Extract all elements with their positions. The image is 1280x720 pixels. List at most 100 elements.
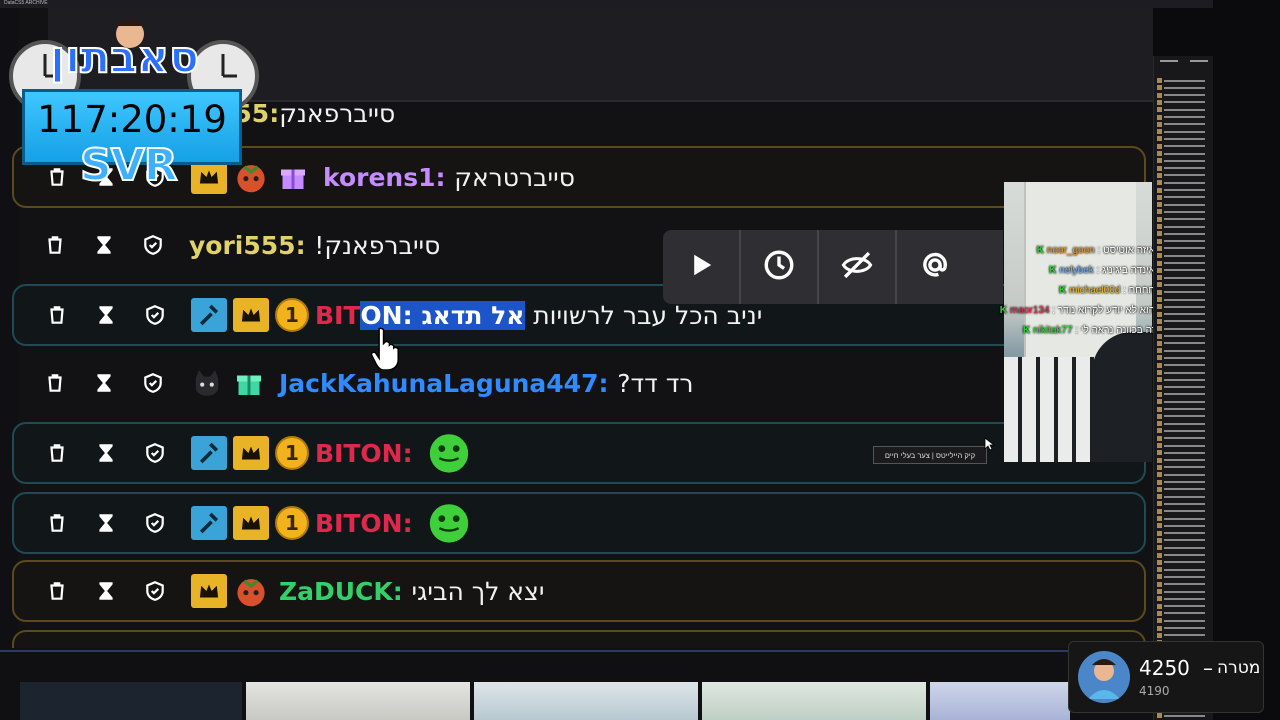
mini-text	[1164, 619, 1205, 622]
chat-message: BITON:	[315, 438, 413, 468]
mini-text	[1164, 196, 1205, 199]
hammer-icon	[191, 298, 227, 332]
chat-username[interactable]: ZaDUCK	[279, 577, 393, 606]
mini-text	[1164, 349, 1205, 352]
chat-username[interactable]: korens1	[323, 163, 436, 192]
mini-avatar	[1157, 172, 1162, 178]
right-panel-row	[1157, 129, 1205, 135]
trash-icon[interactable]	[44, 578, 70, 604]
shield-icon[interactable]	[142, 578, 168, 604]
chat-username[interactable]: BITON	[315, 439, 403, 468]
overlay-chat-text: זה בכוונה נראה לי	[1080, 324, 1155, 336]
mini-avatar	[1157, 129, 1162, 135]
hide-button[interactable]	[819, 230, 897, 304]
mini-avatar	[1157, 85, 1162, 91]
mini-text	[1164, 108, 1205, 111]
mini-avatar	[1157, 224, 1162, 229]
hourglass-icon[interactable]	[93, 302, 119, 328]
mini-avatar	[1157, 348, 1162, 354]
overlay-chat-user: maor134	[1010, 304, 1050, 316]
right-panel-row	[1157, 289, 1205, 295]
mini-avatar	[1157, 494, 1162, 500]
right-panel-row	[1157, 209, 1205, 215]
mini-text	[1164, 94, 1205, 97]
shield-icon[interactable]	[142, 440, 168, 466]
mini-text	[1164, 276, 1205, 279]
mini-avatar	[1157, 610, 1162, 616]
mini-text	[1164, 481, 1205, 483]
right-panel-row	[1157, 589, 1205, 594]
thumbnail[interactable]	[930, 682, 1070, 720]
hourglass-icon[interactable]	[93, 578, 119, 604]
row-icons: 1 BITON:	[44, 494, 473, 552]
shield-icon[interactable]	[140, 370, 166, 396]
hourglass-icon[interactable]	[91, 370, 117, 396]
mini-avatar	[1157, 340, 1162, 346]
hourglass-icon[interactable]	[91, 232, 117, 258]
right-panel-row	[1157, 311, 1205, 317]
mini-avatar	[1157, 92, 1162, 98]
trash-icon[interactable]	[42, 232, 68, 258]
trash-icon[interactable]	[44, 302, 70, 328]
mini-text	[1164, 495, 1205, 498]
trash-icon[interactable]	[44, 440, 70, 466]
mini-text	[1164, 371, 1205, 374]
mini-avatar	[1157, 596, 1162, 602]
chat-username[interactable]: yori555	[189, 231, 296, 260]
mini-text	[1164, 137, 1205, 140]
right-panel-row	[1157, 333, 1205, 339]
thumbnail[interactable]	[246, 682, 470, 720]
chat-username-prefix[interactable]: BIT	[315, 301, 360, 330]
chat-username[interactable]: JackKahunaLaguna447	[279, 369, 598, 398]
right-panel-row	[1157, 574, 1205, 580]
mini-avatar	[1157, 435, 1162, 441]
mini-avatar	[1157, 275, 1162, 281]
shield-icon[interactable]	[142, 302, 168, 328]
mini-text	[1164, 335, 1205, 337]
mini-text	[1164, 181, 1205, 184]
overlay-chat-line: Knoor_goon : איזה אוטיסט	[1036, 244, 1155, 256]
hammer-icon	[191, 436, 227, 470]
shield-icon[interactable]	[142, 510, 168, 536]
thumbnail[interactable]	[20, 682, 242, 720]
mini-avatar	[1157, 260, 1162, 266]
mini-avatar	[1157, 384, 1162, 390]
mini-text	[1164, 510, 1205, 513]
timeout-button[interactable]	[741, 230, 819, 304]
crown-icon	[191, 160, 227, 194]
hourglass-icon[interactable]	[93, 440, 119, 466]
overlay-chat-line: Knelybek : אינדה ביגיניג	[1049, 264, 1155, 276]
mini-avatar	[1157, 333, 1162, 339]
mini-avatar	[1157, 355, 1162, 361]
trash-icon[interactable]	[44, 164, 70, 190]
right-panel-row	[1157, 267, 1205, 273]
chat-username[interactable]: BITON	[315, 509, 403, 538]
goal-current: 4250	[1139, 656, 1190, 680]
right-panel-row	[1157, 530, 1205, 536]
right-panel-row	[1157, 121, 1205, 127]
right-panel-row	[1157, 245, 1205, 251]
mention-button[interactable]	[897, 230, 973, 304]
chat-text: יצא לך הביגי	[411, 576, 545, 606]
row-icons: JackKahunaLaguna447: ?רד דד	[42, 354, 694, 412]
mini-text	[1164, 167, 1205, 170]
mini-text	[1164, 422, 1205, 425]
right-panel-row	[1157, 92, 1205, 98]
overlay-chat-user: nelybek	[1059, 264, 1094, 276]
mini-text	[1164, 232, 1205, 235]
hourglass-icon[interactable]	[93, 510, 119, 536]
shield-icon[interactable]	[140, 232, 166, 258]
right-panel-row	[1157, 625, 1205, 631]
mini-text	[1164, 597, 1205, 600]
thumbnail[interactable]	[702, 682, 926, 720]
play-button[interactable]	[663, 230, 741, 304]
right-panel-row	[1157, 194, 1205, 200]
mini-avatar	[1157, 421, 1162, 427]
trash-icon[interactable]	[44, 510, 70, 536]
thumbnail[interactable]	[474, 682, 698, 720]
mini-avatar	[1157, 180, 1162, 186]
goal-dash: –	[1203, 656, 1213, 680]
right-panel-row	[1157, 355, 1205, 361]
far-right-background	[1213, 0, 1280, 720]
trash-icon[interactable]	[42, 370, 68, 396]
